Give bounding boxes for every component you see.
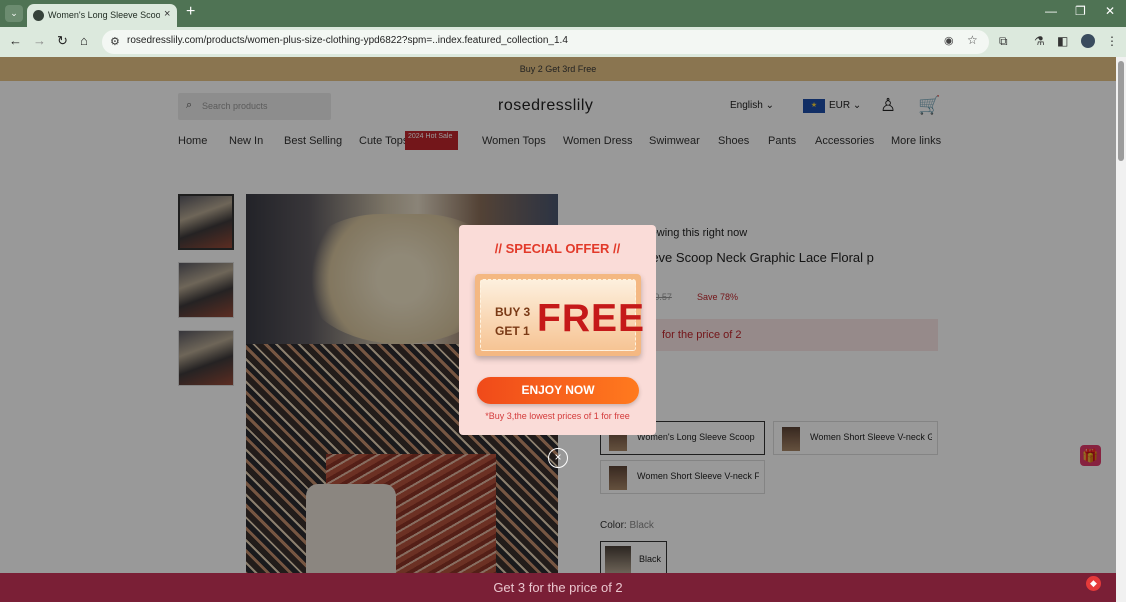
more-menu-icon[interactable]: ⋮: [1106, 34, 1118, 48]
home-icon[interactable]: ⌂: [80, 33, 88, 49]
window-close-button[interactable]: ✕: [1105, 4, 1115, 18]
bookmark-star-icon[interactable]: ☆: [967, 33, 978, 47]
labs-flask-icon[interactable]: ⚗: [1034, 34, 1045, 48]
offer-note: *Buy 3,the lowest prices of 1 for free: [485, 411, 630, 421]
bottom-promo-bar[interactable]: Get 3 for the price of 2: [0, 573, 1116, 602]
active-tab[interactable]: Women's Long Sleeve Scoop N ×: [27, 4, 177, 27]
tab-strip: ⌄ Women's Long Sleeve Scoop N × + — ❐ ✕: [0, 0, 1126, 27]
tab-search-button[interactable]: ⌄: [5, 5, 23, 22]
maximize-button[interactable]: ❐: [1075, 4, 1086, 18]
side-panel-icon[interactable]: ◧: [1057, 34, 1068, 48]
tab-title: Women's Long Sleeve Scoop N: [48, 10, 160, 20]
enjoy-now-button[interactable]: ENJOY NOW: [477, 377, 639, 404]
special-offer-popup: // SPECIAL OFFER // BUY 3 GET 1 FREE ENJO…: [459, 225, 656, 435]
browser-toolbar: ← → ↻ ⌂ ⚙ rosedresslily.com/products/wom…: [0, 27, 1126, 57]
back-arrow-icon[interactable]: ←: [9, 33, 22, 49]
announcement-bar[interactable]: Buy 2 Get 3rd Free: [0, 57, 1116, 81]
address-bar[interactable]: ⚙ rosedresslily.com/products/women-plus-…: [102, 30, 989, 54]
coupon-buy-get: BUY 3 GET 1: [495, 303, 530, 341]
coupon-get-text: GET 1: [495, 324, 530, 338]
site-favicon-icon: [33, 10, 44, 21]
close-popup-icon[interactable]: ×: [548, 448, 568, 468]
scrollbar-thumb[interactable]: [1118, 61, 1124, 161]
extensions-icon[interactable]: ⧉: [999, 34, 1008, 49]
tab-close-icon[interactable]: ×: [164, 8, 170, 20]
profile-avatar-icon[interactable]: [1081, 34, 1095, 48]
reload-icon[interactable]: ↻: [57, 33, 68, 49]
minimize-button[interactable]: —: [1045, 4, 1057, 18]
site-info-icon[interactable]: ⚙: [110, 35, 120, 48]
coupon-graphic: BUY 3 GET 1 FREE: [475, 274, 644, 356]
popup-heading: // SPECIAL OFFER //: [494, 241, 621, 256]
coupon-free-text: FREE: [537, 297, 646, 340]
page-scrollbar[interactable]: [1116, 57, 1126, 602]
url-text[interactable]: rosedresslily.com/products/women-plus-si…: [127, 35, 568, 46]
forward-arrow-icon[interactable]: →: [33, 33, 46, 49]
chat-support-icon[interactable]: ◆: [1086, 576, 1101, 591]
coupon-buy-text: BUY 3: [495, 305, 531, 319]
new-tab-button[interactable]: +: [186, 3, 195, 21]
eye-off-icon[interactable]: ◉: [944, 34, 954, 47]
